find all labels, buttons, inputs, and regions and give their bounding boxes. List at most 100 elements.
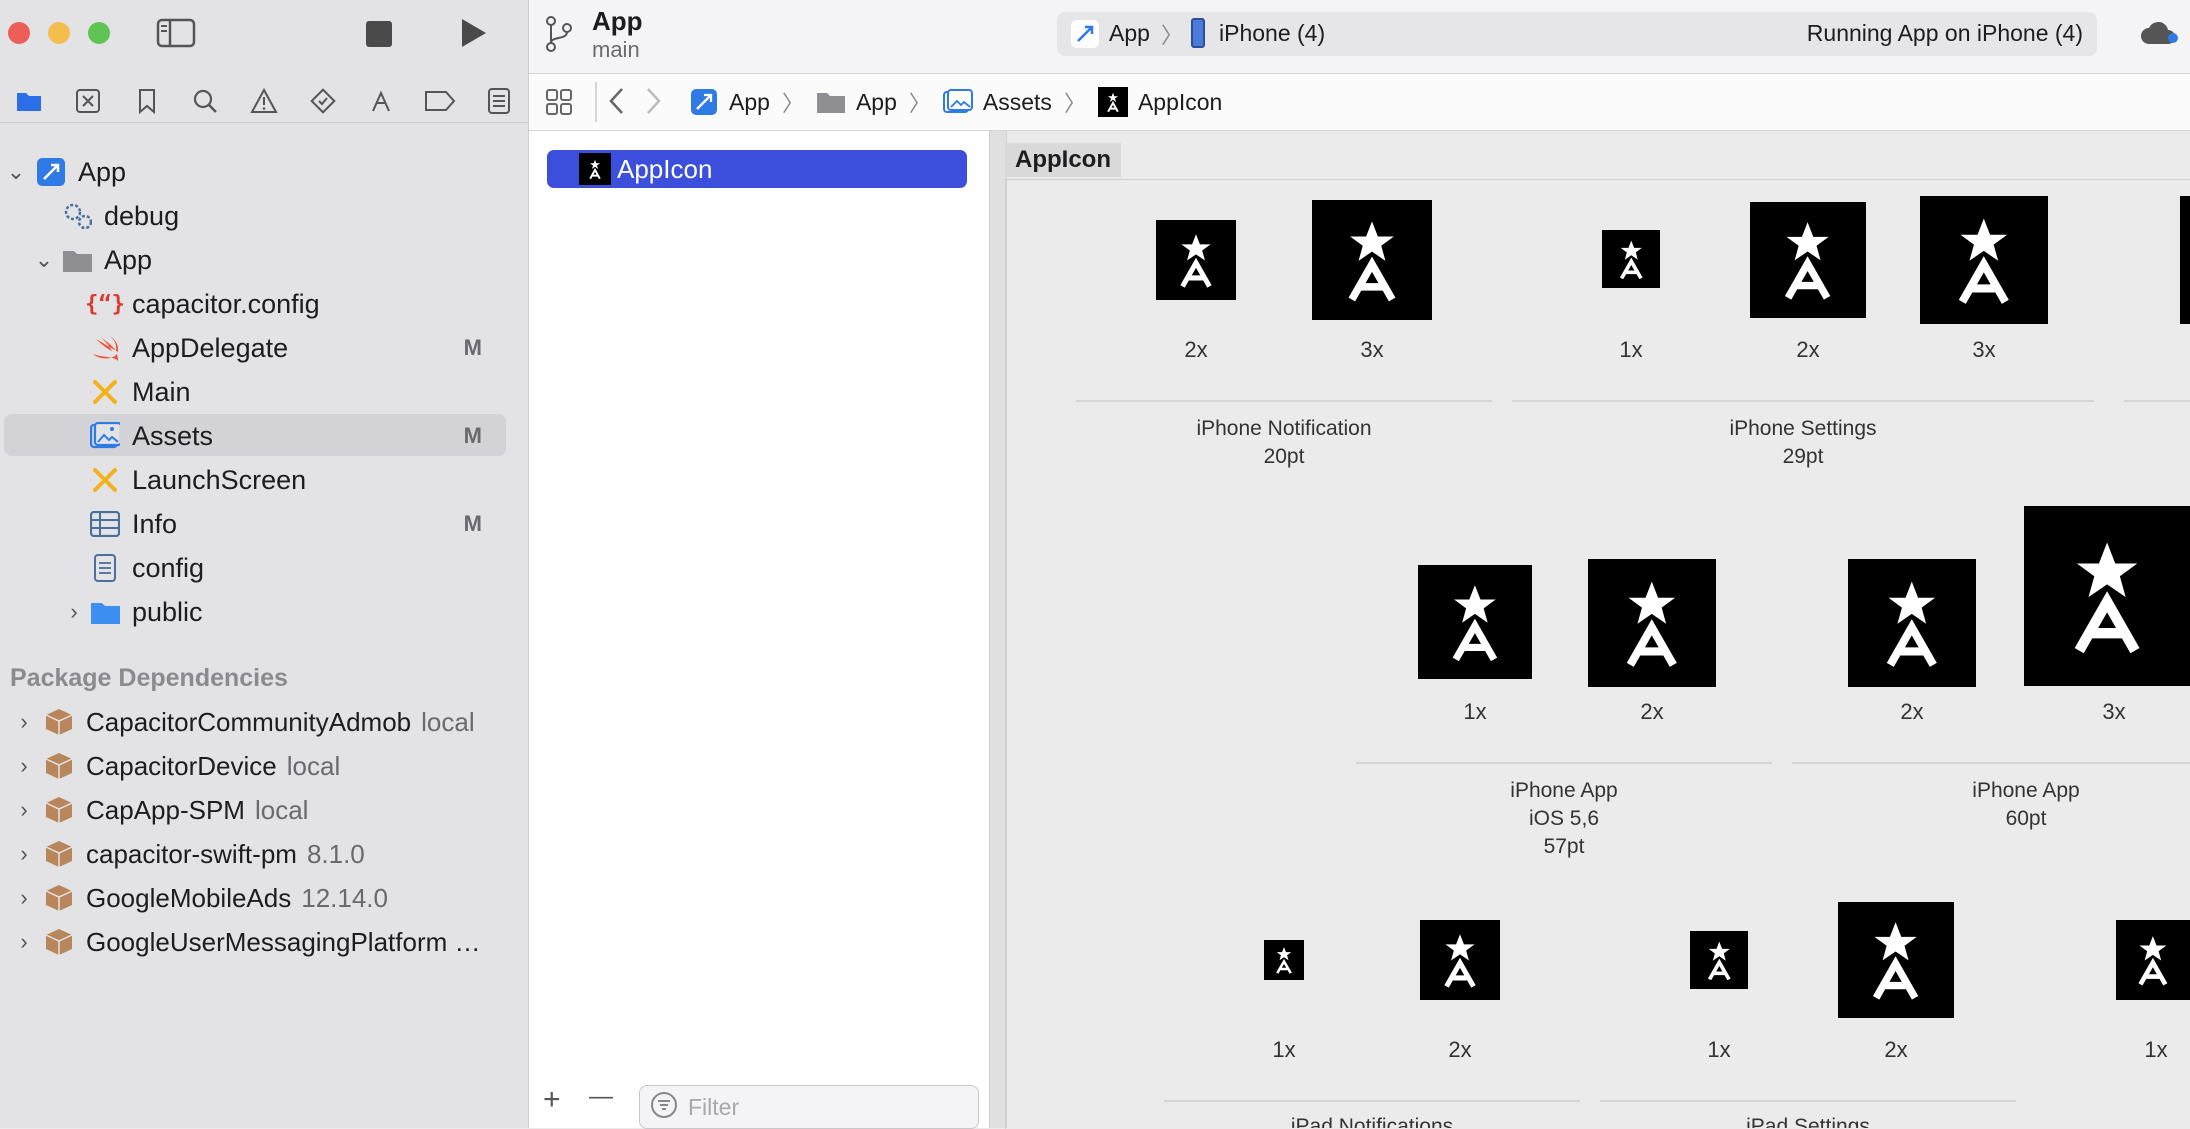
close-window-button[interactable]	[8, 22, 30, 44]
stop-icon[interactable]	[366, 21, 392, 52]
icon-slot[interactable]	[1420, 920, 1500, 1000]
find-navigator-icon[interactable]	[189, 85, 221, 117]
package-row[interactable]: › GoogleUserMessagingPlatform …	[14, 922, 514, 962]
icon-slot[interactable]	[1418, 565, 1532, 679]
destination-selector[interactable]: iPhone (4)	[1219, 20, 1325, 47]
tree-label: Assets	[132, 420, 214, 451]
tree-row-capacitor-config[interactable]: {“} capacitor.config	[85, 284, 320, 324]
report-navigator-icon[interactable]	[483, 85, 515, 117]
icon-slot[interactable]	[1312, 200, 1432, 320]
icon-slot[interactable]	[1588, 559, 1716, 687]
modified-badge: M	[463, 335, 482, 360]
package-name: capacitor-swift-pm	[86, 838, 297, 869]
scale-label: 2x	[1884, 1037, 1908, 1062]
package-row[interactable]: › CapacitorDevice local	[14, 746, 514, 786]
group-divider	[1600, 1100, 2016, 1102]
icon-slot[interactable]	[1602, 230, 1660, 288]
debug-navigator-icon[interactable]	[365, 85, 397, 117]
chevron-down-icon[interactable]: ⌄	[6, 159, 26, 185]
tree-row-project[interactable]: ⌄ App	[6, 152, 126, 192]
package-version: 8.1.0	[306, 838, 365, 869]
scale-label: 1x	[1619, 337, 1643, 362]
tree-row-config[interactable]: config	[90, 548, 204, 588]
icon-slot[interactable]	[1920, 196, 2048, 324]
package-row[interactable]: › CapApp-SPM local	[14, 790, 514, 830]
scale-label: 2x	[1184, 337, 1208, 362]
bookmark-navigator-icon[interactable]	[131, 85, 163, 117]
breadcrumb-item[interactable]: App	[856, 89, 897, 116]
breadcrumb-item[interactable]: AppIcon	[1138, 89, 1222, 116]
chevron-right-icon: 〉	[781, 91, 804, 116]
zoom-window-button[interactable]	[88, 22, 110, 44]
chevron-right-icon[interactable]: ›	[64, 599, 84, 625]
group-divider	[1356, 762, 1772, 764]
icon-slot[interactable]	[1838, 902, 1954, 1018]
forward-arrow-icon[interactable]	[643, 86, 663, 121]
divider	[595, 82, 597, 122]
tree-row-debug[interactable]: debug	[62, 196, 179, 236]
breadcrumb-item[interactable]: App	[729, 89, 770, 116]
asset-row-appicon[interactable]: AppIcon	[547, 150, 967, 188]
add-asset-button[interactable]: +	[543, 1083, 561, 1117]
group-label-iphone-app-ios56: iPhone App iOS 5,6 57pt	[1414, 777, 1714, 861]
icon-slot[interactable]	[1750, 202, 1866, 318]
minimize-window-button[interactable]	[48, 22, 70, 44]
scale-label: 2x	[1796, 337, 1820, 362]
cloud-status-icon[interactable]	[2139, 20, 2179, 53]
chevron-right-icon[interactable]: ›	[14, 929, 34, 955]
tree-row-appdelegate[interactable]: AppDelegate M	[90, 328, 510, 368]
filter-field[interactable]: Filter	[639, 1085, 979, 1129]
chevron-right-icon[interactable]: ›	[14, 797, 34, 823]
breakpoint-navigator-icon[interactable]	[424, 85, 456, 117]
source-control-navigator-icon[interactable]	[72, 85, 104, 117]
project-navigator-icon[interactable]	[13, 85, 45, 117]
remove-asset-button[interactable]: —	[589, 1083, 613, 1111]
swift-icon	[90, 333, 120, 363]
project-icon	[689, 87, 719, 117]
tree-row-info[interactable]: Info M	[90, 504, 510, 544]
package-row[interactable]: › GoogleMobileAds 12.14.0	[14, 878, 514, 918]
breadcrumb-item[interactable]: Assets	[983, 89, 1052, 116]
chevron-right-icon: 〉	[908, 91, 931, 116]
icon-slot-partial[interactable]	[2180, 196, 2190, 324]
jump-bar: App 〉 App 〉 Assets 〉 AppIcon	[529, 74, 2190, 131]
sidebar-toggle-icon[interactable]	[156, 18, 196, 53]
package-version: local	[286, 750, 341, 781]
back-arrow-icon[interactable]	[607, 86, 627, 123]
breadcrumb: App 〉 App 〉 Assets 〉 AppIcon	[689, 85, 1222, 119]
tree-row-app-folder[interactable]: ⌄ App	[34, 240, 152, 280]
package-version: local	[421, 706, 475, 737]
scheme-selector[interactable]: App	[1109, 20, 1150, 47]
chevron-right-icon[interactable]: ›	[14, 709, 34, 735]
issue-navigator-icon[interactable]	[248, 85, 280, 117]
icon-slot[interactable]	[1156, 220, 1236, 300]
tree-row-assets[interactable]: Assets M	[90, 416, 510, 456]
tree-row-public[interactable]: › public	[64, 592, 202, 632]
package-row[interactable]: › capacitor-swift-pm 8.1.0	[14, 834, 514, 874]
test-navigator-icon[interactable]	[307, 85, 339, 117]
chevron-right-icon[interactable]: ›	[14, 753, 34, 779]
chevron-down-icon[interactable]: ⌄	[34, 247, 54, 273]
package-name: GoogleMobileAds	[86, 882, 292, 913]
group-label-ipad-notifications: iPad Notifications	[1222, 1113, 1522, 1128]
scale-label: 2x	[1640, 699, 1664, 724]
chevron-right-icon[interactable]: ›	[14, 885, 34, 911]
group-title: iPhone Settings	[1729, 417, 1877, 440]
group-size: 60pt	[2005, 807, 2047, 830]
package-row[interactable]: › CapacitorCommunityAdmob local	[14, 702, 514, 742]
icon-slot[interactable]	[2116, 920, 2190, 1000]
tree-row-main[interactable]: Main	[90, 372, 191, 412]
chevron-right-icon[interactable]: ›	[14, 841, 34, 867]
asset-editor: AppIcon 2x 3x 1x 2x 3x iPhone Notificati…	[990, 131, 2190, 1129]
storyboard-icon	[90, 465, 120, 495]
icon-slot[interactable]	[2024, 506, 2190, 686]
related-items-icon[interactable]	[545, 88, 573, 121]
project-icon	[36, 157, 66, 187]
icon-slot[interactable]	[1264, 940, 1304, 980]
icon-slot[interactable]	[1848, 559, 1976, 687]
asset-row-label: AppIcon	[617, 153, 713, 184]
icon-slot[interactable]	[1690, 931, 1748, 989]
group-title: iPad Settings	[1746, 1115, 1870, 1128]
tree-row-launchscreen[interactable]: LaunchScreen	[90, 460, 306, 500]
run-icon[interactable]	[460, 17, 488, 54]
